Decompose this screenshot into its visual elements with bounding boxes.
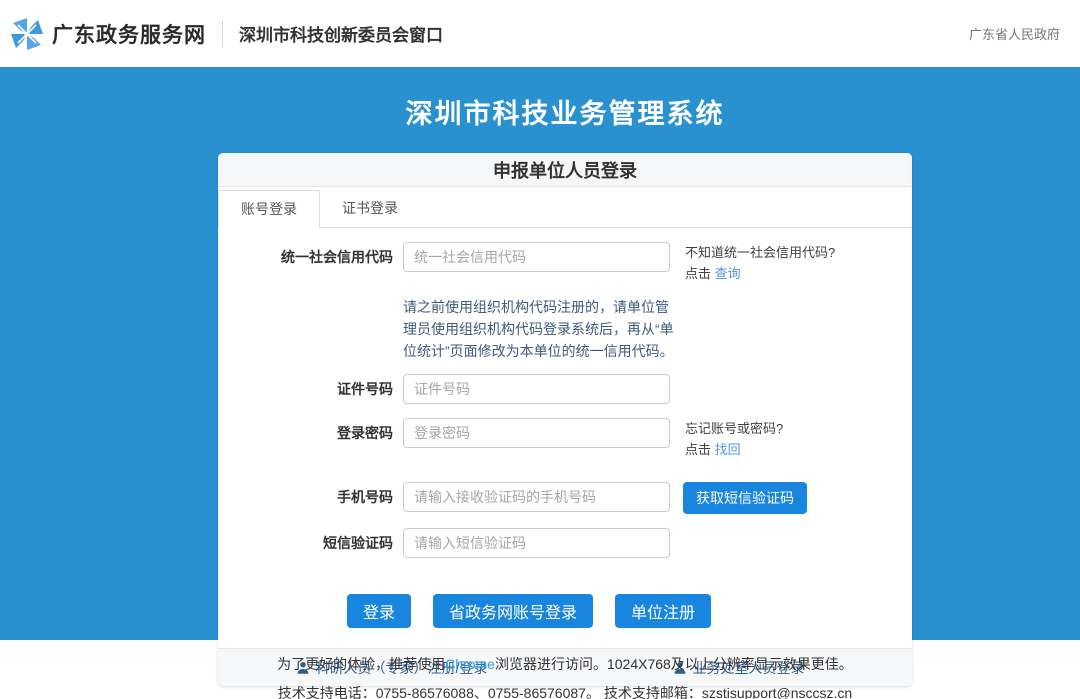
credit-code-label: 统一社会信用代码 (218, 242, 393, 272)
blue-band: 深圳市科技业务管理系统 申报单位人员登录 账号登录 证书登录 统一社会信用代码 … (0, 67, 1080, 640)
id-number-label: 证件号码 (218, 374, 393, 404)
sms-code-input[interactable] (403, 528, 670, 558)
credit-code-hint: 不知道统一社会信用代码? 点击 查询 (685, 242, 835, 284)
action-buttons: 登录 省政务网账号登录 单位注册 (347, 594, 912, 628)
credit-code-note: 请之前使用组织机构代码注册的，请单位管理员使用组织机构代码登录系统后，再从“单位… (403, 296, 679, 362)
chrome-link[interactable]: Chrome (445, 656, 495, 672)
password-input[interactable] (403, 418, 670, 448)
get-sms-code-button[interactable]: 获取短信验证码 (683, 482, 807, 514)
password-hint: 忘记账号或密码? 点击 找回 (685, 418, 783, 460)
tech-support-info: 技术支持电话：0755-86576088、0755-86576087。 技术支持… (25, 683, 1080, 699)
password-label: 登录密码 (218, 418, 393, 448)
phone-label: 手机号码 (218, 482, 393, 512)
header-divider (222, 21, 223, 47)
gov-portal-link[interactable]: 广东省人民政府 (969, 24, 1060, 43)
page-footer: 为了更好的体验，推荐使用Chrome浏览器进行访问。1024X768及以上分辨率… (25, 640, 1080, 699)
id-number-input[interactable] (403, 374, 670, 404)
window-name: 深圳市科技创新委员会窗口 (239, 21, 443, 46)
sms-code-label: 短信验证码 (218, 528, 393, 558)
login-card: 申报单位人员登录 账号登录 证书登录 统一社会信用代码 不知道统一社会信用代码?… (218, 153, 912, 686)
credit-code-input[interactable] (403, 242, 670, 272)
site-name[interactable]: 广东政务服务网 (52, 19, 206, 49)
tab-account-login[interactable]: 账号登录 (218, 190, 320, 228)
phone-input[interactable] (403, 482, 670, 512)
system-title: 深圳市科技业务管理系统 (25, 92, 1080, 131)
login-form: 统一社会信用代码 不知道统一社会信用代码? 点击 查询 请之前使用组织机构代码注… (218, 228, 912, 628)
unit-register-button[interactable]: 单位注册 (615, 594, 711, 628)
tab-certificate-login[interactable]: 证书登录 (320, 190, 420, 227)
gdzwfw-pinwheel-logo-icon (10, 17, 44, 51)
card-title: 申报单位人员登录 (218, 153, 912, 187)
recover-account-link[interactable]: 找回 (715, 442, 741, 457)
login-tab-bar: 账号登录 证书登录 (218, 187, 912, 228)
provincial-account-login-button[interactable]: 省政务网账号登录 (433, 594, 593, 628)
login-button[interactable]: 登录 (347, 594, 411, 628)
query-credit-code-link[interactable]: 查询 (715, 266, 741, 281)
browser-recommendation: 为了更好的体验，推荐使用Chrome浏览器进行访问。1024X768及以上分辨率… (25, 654, 1080, 674)
top-header: 广东政务服务网 深圳市科技创新委员会窗口 广东省人民政府 (0, 0, 1080, 67)
